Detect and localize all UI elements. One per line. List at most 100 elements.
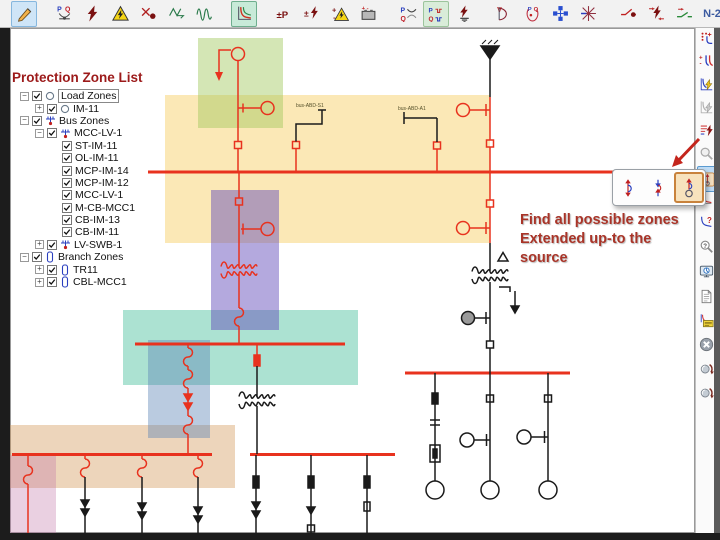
zone-blue-cable	[148, 340, 210, 438]
dc-load-flow-button[interactable]: ±P	[271, 1, 297, 27]
tree-item-label[interactable]: Branch Zones	[58, 251, 123, 263]
svg-text:Q: Q	[400, 16, 406, 22]
branch-zone-icon	[45, 251, 55, 263]
tree-checkbox[interactable]	[62, 227, 72, 237]
tree-row: − MCC-LV-1	[12, 127, 143, 139]
extend-zone-both-button[interactable]	[644, 173, 672, 202]
short-circuit-button[interactable]	[79, 1, 105, 27]
optimal-power-flow-button[interactable]	[547, 1, 573, 27]
tree-checkbox[interactable]	[32, 116, 42, 126]
tree-row: CB-IM-11	[12, 226, 143, 238]
tree-checkbox[interactable]	[32, 91, 42, 101]
tree-row: + TR11	[12, 263, 143, 275]
tree-checkbox[interactable]	[62, 203, 72, 213]
star-analysis-button[interactable]	[575, 1, 601, 27]
tree-row: CB-IM-13	[12, 214, 143, 226]
dc-arc-flash-button[interactable]: +-	[327, 1, 353, 27]
tree-row: OL-IM-11	[12, 152, 143, 164]
voltage-stability-button[interactable]: V	[491, 1, 517, 27]
ground-fault-button[interactable]	[451, 1, 477, 27]
circle-zone-icon	[45, 91, 55, 101]
harmonic-analysis-button[interactable]	[163, 1, 189, 27]
battery-discharge-button[interactable]: + -	[355, 1, 381, 27]
tree-item-label[interactable]: Load Zones	[58, 89, 119, 103]
tree-checkbox[interactable]	[47, 265, 57, 275]
protection-zone-list: Protection Zone List − Load Zones + IM-11 − B…	[12, 70, 143, 288]
transient-stability-button[interactable]	[191, 1, 217, 27]
arc-flash-button[interactable]	[107, 1, 133, 27]
tree-item-label[interactable]: CB-IM-13	[75, 214, 120, 226]
tree-checkbox[interactable]	[62, 166, 72, 176]
tree-item-label[interactable]: LV-SWB-1	[74, 239, 122, 251]
fault-insertion-button[interactable]	[643, 1, 669, 27]
window-edge-left	[0, 28, 10, 540]
tree-row: − Branch Zones	[12, 251, 143, 263]
tree-expander-plus[interactable]: +	[35, 104, 44, 113]
reliability-button[interactable]	[671, 1, 697, 27]
tree-item-label[interactable]: M-CB-MCC1	[75, 202, 135, 214]
tree-item-label[interactable]: ST-IM-11	[75, 140, 117, 152]
tree-item-label[interactable]: CBL-MCC1	[73, 276, 127, 288]
tree-expander-minus[interactable]: −	[20, 116, 29, 125]
tree-checkbox[interactable]	[47, 128, 57, 138]
svg-text:Q: Q	[65, 6, 71, 13]
protection-zone-list-title: Protection Zone List	[12, 70, 143, 85]
bus-zone-icon	[60, 128, 71, 139]
edit-pencil-button[interactable]	[11, 1, 37, 27]
annotation-text: Find all possible zones Extended up-to t…	[520, 211, 698, 268]
tree-item-label[interactable]: MCC-LV-1	[74, 127, 122, 139]
load-flow-button[interactable]: PQ	[51, 1, 77, 27]
tree-item-label[interactable]: Bus Zones	[59, 115, 109, 127]
protective-device-coordination-button[interactable]	[231, 1, 257, 27]
tree-checkbox[interactable]	[47, 277, 57, 287]
window-edge-bottom	[0, 533, 720, 540]
unbalanced-load-flow-button[interactable]: PQ	[395, 1, 421, 27]
reactive-compensation-button[interactable]: PQ	[519, 1, 545, 27]
branch-zone-icon	[60, 276, 70, 288]
extend-zone-up-button[interactable]	[614, 173, 642, 202]
zone-purple-transformer	[211, 190, 279, 330]
zone-pink-left	[6, 455, 56, 533]
tree-item-label[interactable]: MCP-IM-12	[75, 177, 129, 189]
tree-item-label[interactable]: IM-11	[73, 103, 99, 115]
switching-sequence-button[interactable]	[615, 1, 641, 27]
tree-row: ST-IM-11	[12, 140, 143, 152]
tree-expander-minus[interactable]: −	[35, 129, 44, 138]
tree-item-label[interactable]: MCP-IM-14	[75, 165, 129, 177]
svg-text:±P: ±P	[276, 10, 288, 21]
tree-expander-plus[interactable]: +	[35, 265, 44, 274]
circle-zone-icon	[60, 104, 70, 114]
time-domain-load-flow-button[interactable]: PQ	[423, 1, 449, 27]
tree-row: + IM-11	[12, 102, 143, 114]
tree-checkbox[interactable]	[47, 240, 57, 250]
tree-item-label[interactable]: MCC-LV-1	[75, 189, 123, 201]
zone-green-top	[198, 38, 283, 128]
svg-text:P: P	[400, 7, 405, 14]
tree-row: M-CB-MCC1	[12, 202, 143, 214]
motor-acceleration-button[interactable]	[135, 1, 161, 27]
tree-checkbox[interactable]	[47, 104, 57, 114]
tree-row: MCP-IM-14	[12, 164, 143, 176]
tree-item-label[interactable]: CB-IM-11	[75, 226, 119, 238]
tree-checkbox[interactable]	[32, 252, 42, 262]
tree-row: MCC-LV-1	[12, 189, 143, 201]
tree-item-label[interactable]: OL-IM-11	[75, 152, 119, 164]
n2-label: N-2	[703, 8, 720, 20]
tree-checkbox[interactable]	[62, 153, 72, 163]
tree-checkbox[interactable]	[62, 141, 72, 151]
tree-expander-minus[interactable]: −	[20, 253, 29, 262]
svg-text:P: P	[428, 7, 433, 14]
tree-expander-plus[interactable]: +	[35, 278, 44, 287]
tree-checkbox[interactable]	[62, 215, 72, 225]
tree-row: − Load Zones	[12, 90, 143, 102]
tree-expander-minus[interactable]: −	[20, 92, 29, 101]
tree-checkbox[interactable]	[62, 178, 72, 188]
dc-short-circuit-button[interactable]: ±	[299, 1, 325, 27]
contingency-button[interactable]: N-2	[699, 1, 720, 27]
tree-checkbox[interactable]	[62, 190, 72, 200]
window-edge-right	[714, 28, 720, 533]
top-toolbar: PQ±P±+-+ -PQPQVPQN-2	[0, 0, 720, 28]
tree-item-label[interactable]: TR11	[73, 264, 98, 276]
extend-to-source-button[interactable]	[674, 172, 704, 203]
tree-expander-plus[interactable]: +	[35, 240, 44, 249]
